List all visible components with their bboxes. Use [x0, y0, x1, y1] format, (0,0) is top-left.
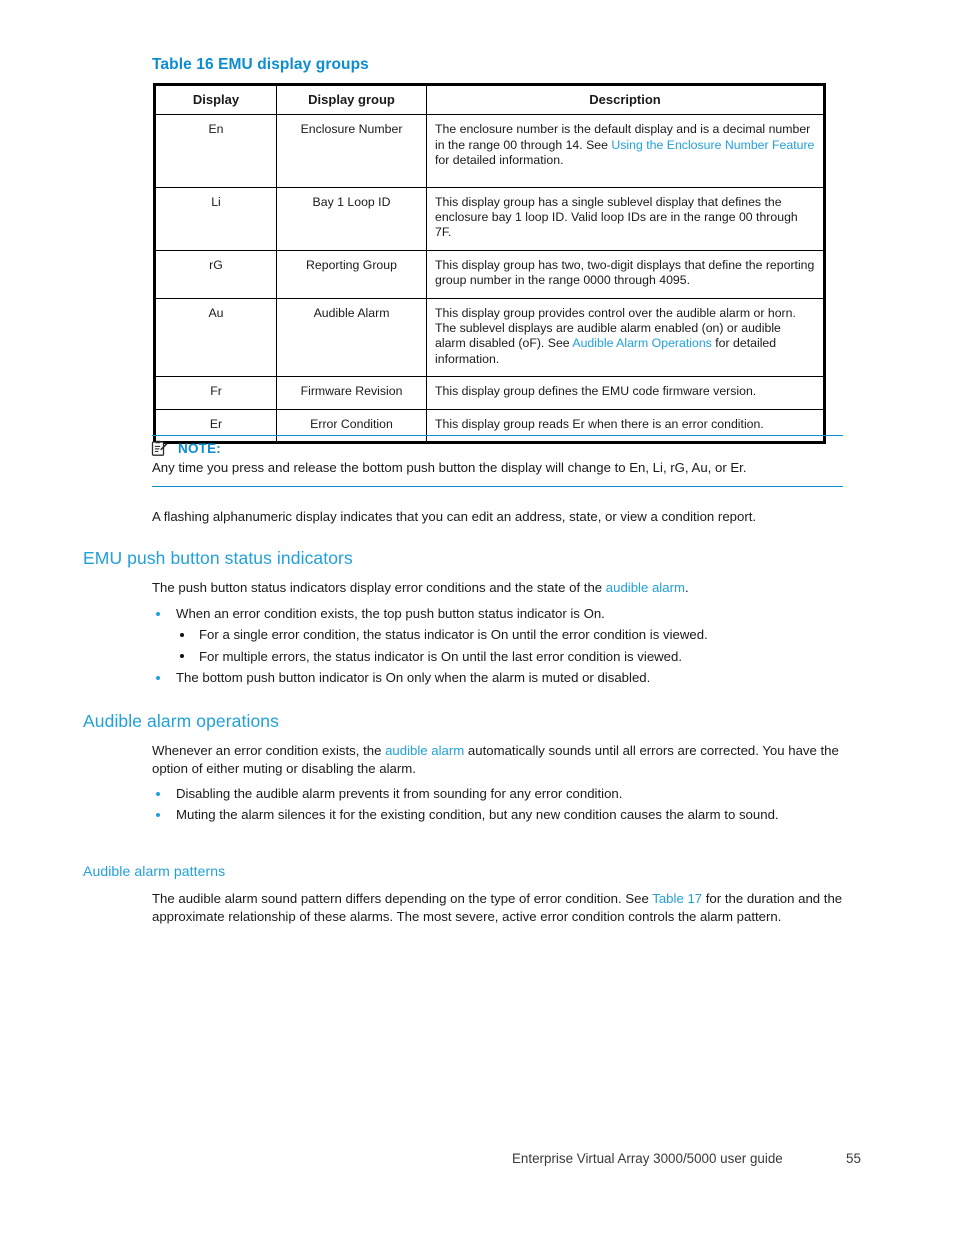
cell-display-group: Audible Alarm: [276, 297, 427, 378]
cell-display: En: [154, 114, 277, 188]
note-callout: NOTE: Any time you press and release the…: [151, 435, 843, 487]
bullet-icon: [156, 792, 160, 796]
cell-display-group: Bay 1 Loop ID: [276, 186, 427, 251]
table-row: Au Audible Alarm This display group prov…: [154, 297, 825, 378]
description-text-tail: for detailed information.: [435, 153, 564, 168]
intro-text-tail: .: [684, 580, 689, 595]
patterns-paragraph: The audible alarm sound pattern differs …: [152, 890, 864, 927]
heading-emu-push-button-status-indicators: EMU push button status indicators: [83, 548, 353, 568]
page-footer: Enterprise Virtual Array 3000/5000 user …: [0, 1151, 954, 1173]
link-audible-alarm[interactable]: audible alarm: [385, 743, 464, 758]
cell-description: This display group has a single sublevel…: [426, 186, 825, 251]
cell-description: This display group defines the EMU code …: [426, 376, 825, 410]
emu-display-groups-table: Display Display group Description En Enc…: [153, 83, 826, 445]
cell-display: Au: [154, 297, 277, 378]
list-item-label: Muting the alarm silences it for the exi…: [176, 807, 779, 823]
cell-display-group: Enclosure Number: [276, 114, 427, 188]
patterns-text: The audible alarm sound pattern differs …: [152, 891, 653, 906]
note-text: Any time you press and release the botto…: [152, 460, 747, 475]
note-bottom-rule: [152, 486, 843, 487]
cell-display: Fr: [154, 376, 277, 410]
list-item: Muting the alarm silences it for the exi…: [0, 806, 954, 824]
list-item: Disabling the audible alarm prevents it …: [0, 785, 954, 803]
bullet-icon: [180, 654, 185, 659]
list-item-label: For multiple errors, the status indicato…: [199, 648, 683, 664]
bullet-icon: [180, 632, 185, 638]
bullet-icon: [156, 612, 160, 616]
list-item-label: When an error condition exists, the top …: [176, 606, 605, 621]
link-audible-alarm[interactable]: audible alarm: [606, 580, 685, 595]
heading-audible-alarm-patterns: Audible alarm patterns: [83, 863, 226, 879]
list-item: When an error condition exists, the top …: [0, 605, 954, 623]
note-clipboard-icon: [151, 440, 168, 457]
column-header-display-group: Display group: [276, 83, 427, 116]
bullet-icon: [156, 675, 160, 680]
table-row: En Enclosure Number The enclosure number…: [154, 114, 825, 188]
note-label: NOTE:: [178, 441, 221, 456]
list-item: The bottom push button indicator is On o…: [0, 669, 954, 687]
column-header-description: Description: [426, 83, 825, 116]
list-item: For a single error condition, the status…: [0, 626, 954, 644]
list-item-label: For a single error condition, the status…: [199, 627, 708, 643]
link-using-enclosure-number-feature[interactable]: Using the Enclosure Number Feature: [611, 138, 814, 152]
cell-description: This display group provides control over…: [426, 297, 825, 378]
bullet-icon: [156, 813, 160, 818]
link-table-17[interactable]: Table 17: [652, 891, 702, 906]
intro-text: Whenever an error condition exists, the: [152, 743, 386, 758]
table-body: En Enclosure Number The enclosure number…: [154, 114, 825, 444]
list-item-label: The bottom push button indicator is On o…: [176, 669, 651, 685]
push-button-bullet-list: When an error condition exists, the top …: [0, 605, 954, 690]
cell-display-group: Reporting Group: [276, 249, 427, 299]
cell-description: The enclosure number is the default disp…: [426, 114, 825, 188]
table-caption: Table 16 EMU display groups: [152, 56, 369, 73]
list-item: For multiple errors, the status indicato…: [0, 648, 954, 666]
document-page: Table 16 EMU display groups Display Disp…: [0, 0, 954, 1235]
flashing-display-paragraph: A flashing alphanumeric display indicate…: [152, 509, 757, 524]
column-header-display: Display: [154, 83, 277, 116]
table-row: rG Reporting Group This display group ha…: [154, 249, 825, 299]
table-header-row: Display Display group Description: [154, 83, 825, 116]
audible-alarm-bullet-list: Disabling the audible alarm prevents it …: [0, 785, 954, 828]
intro-text: The push button status indicators displa…: [152, 580, 606, 595]
table-row: Li Bay 1 Loop ID This display group has …: [154, 186, 825, 251]
heading-audible-alarm-operations: Audible alarm operations: [83, 711, 279, 731]
cell-description: This display group has two, two-digit di…: [426, 249, 825, 299]
cell-display: Li: [154, 186, 277, 251]
footer-document-title: Enterprise Virtual Array 3000/5000 user …: [512, 1151, 783, 1166]
list-item-label: Disabling the audible alarm prevents it …: [176, 786, 623, 801]
footer-page-number: 55: [846, 1151, 861, 1166]
cell-display: rG: [154, 249, 277, 299]
link-audible-alarm-operations[interactable]: Audible Alarm Operations: [572, 336, 711, 350]
table-row: Fr Firmware Revision This display group …: [154, 376, 825, 410]
note-header: NOTE:: [151, 436, 843, 458]
push-button-intro-paragraph: The push button status indicators displa…: [152, 579, 852, 597]
audible-alarm-intro-paragraph: Whenever an error condition exists, the …: [152, 742, 864, 779]
cell-display-group: Firmware Revision: [276, 376, 427, 410]
